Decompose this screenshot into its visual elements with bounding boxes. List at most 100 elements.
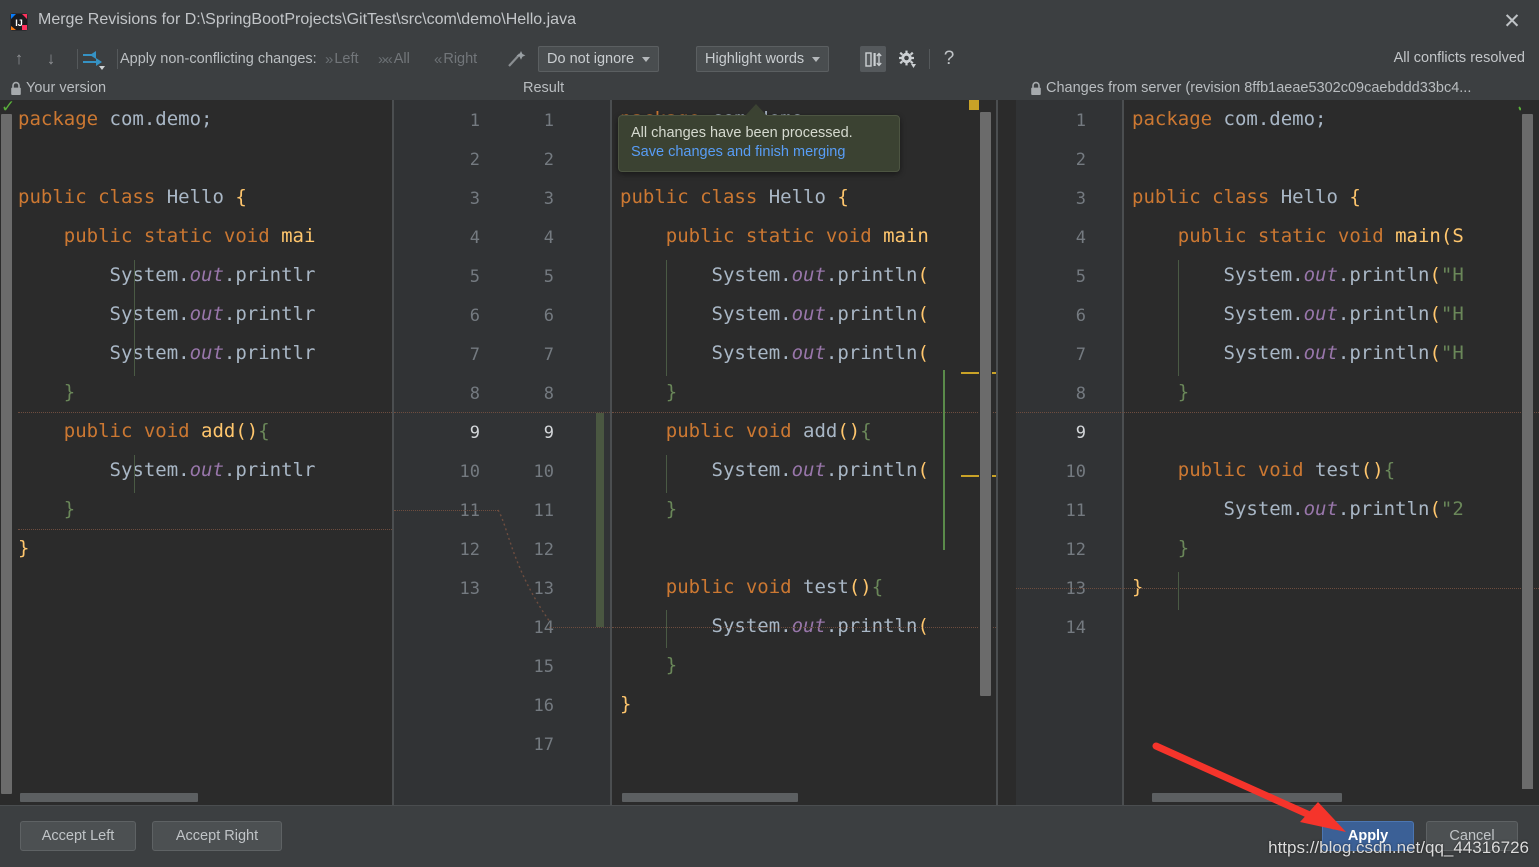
- indent-guide-center-3: [666, 610, 667, 648]
- center-pane-hscroll-thumb[interactable]: [622, 793, 798, 802]
- pane-header-center: Result: [523, 76, 564, 100]
- editor-pane-right[interactable]: 1 2 3 4 5 6 7 8 9 10 11 12 13 14 package com.demo; pub…: [1016, 100, 1539, 805]
- editor-pane-left[interactable]: ✓ package com.demo; public class Hello { …: [0, 100, 392, 805]
- accept-right-button[interactable]: Accept Right: [152, 821, 282, 851]
- line-number: 7: [543, 345, 554, 365]
- line-number: 11: [1065, 501, 1086, 521]
- code-line: }: [620, 498, 677, 520]
- tooltip-save-link[interactable]: Save changes and finish merging: [631, 144, 887, 160]
- apply-left-button[interactable]: » Left: [325, 51, 359, 68]
- center-inline-change-marker-1: [943, 370, 945, 550]
- line-number: 4: [543, 228, 554, 248]
- line-number: 5: [1075, 267, 1086, 287]
- code-token: Hello: [768, 186, 838, 208]
- line-number: 1: [469, 111, 480, 131]
- center-text-separator-1: [612, 412, 996, 413]
- code-line: public void add(){: [18, 420, 270, 442]
- gear-icon[interactable]: [894, 46, 920, 72]
- indent-guide-right-2: [1178, 572, 1179, 610]
- line-number: 4: [1075, 228, 1086, 248]
- left-pane-status-check-icon: ✓: [1, 100, 16, 116]
- left-pane-horizontal-scrollbar[interactable]: [14, 789, 392, 805]
- tooltip-message: All changes have been processed.: [631, 125, 853, 141]
- title-bar: IJ Merge Revisions for D:\SpringBootProj…: [0, 0, 1539, 42]
- left-pane-scroll-thumb[interactable]: [1, 114, 12, 794]
- line-number: 5: [543, 267, 554, 287]
- code-token: out: [189, 303, 224, 325]
- line-number: 9: [1075, 423, 1086, 443]
- center-pane-scroll-thumb[interactable]: [980, 112, 991, 696]
- code-token: main: [1395, 225, 1441, 247]
- left-pane-vertical-scrollbar[interactable]: [0, 100, 13, 805]
- line-number: 13: [1065, 579, 1086, 599]
- indent-guide-right-1: [1178, 260, 1179, 376]
- line-number: 10: [1065, 462, 1086, 482]
- apply-left-label: Left: [334, 51, 359, 67]
- right-gutter-divider: [1122, 100, 1124, 805]
- help-icon[interactable]: ?: [936, 46, 962, 72]
- center-pane-horizontal-scrollbar[interactable]: [612, 789, 996, 805]
- center-change-connector-2: [549, 627, 610, 628]
- line-number: 15: [533, 657, 554, 677]
- ignore-policy-select[interactable]: Do not ignore: [538, 46, 660, 72]
- svg-text:IJ: IJ: [15, 18, 23, 28]
- left-pane-hscroll-thumb[interactable]: [20, 793, 198, 802]
- accept-left-button[interactable]: Accept Left: [20, 821, 136, 851]
- code-token: out: [189, 459, 224, 481]
- pane-header-left: Your version: [10, 76, 106, 100]
- chevron-left-icon: «: [434, 50, 442, 68]
- code-line: System.out.printlr: [18, 342, 316, 364]
- previous-difference-button[interactable]: ↑: [8, 48, 30, 70]
- line-number: 3: [469, 189, 480, 209]
- center-pane-vertical-scrollbar[interactable]: [979, 100, 992, 805]
- line-number: 1: [1075, 111, 1086, 131]
- code-token: .printlr: [223, 303, 316, 325]
- right-pane-hscroll-thumb[interactable]: [1152, 793, 1342, 802]
- code-line: package com.demo;: [18, 108, 212, 130]
- code-token: out: [1303, 342, 1338, 364]
- code-token: (: [917, 264, 929, 286]
- code-line: }: [1132, 381, 1189, 403]
- line-number: 3: [1075, 189, 1086, 209]
- code-token: .println: [825, 303, 918, 325]
- chevron-right-icon: »: [325, 50, 333, 68]
- code-token: {: [258, 420, 270, 442]
- indent-guide-center-2: [666, 455, 667, 493]
- code-token: "H: [1440, 264, 1464, 286]
- code-token: "2: [1440, 498, 1464, 520]
- code-line: public void test(){: [620, 576, 883, 598]
- code-token: public class: [620, 186, 769, 208]
- code-token: Hello: [1280, 186, 1350, 208]
- magic-resolve-icon[interactable]: [505, 48, 527, 70]
- line-number: 6: [469, 306, 480, 326]
- code-token: package: [18, 108, 110, 130]
- editor-pane-center[interactable]: 1 2 3 4 5 6 7 8 9 10 11 12 13 1 2 3 4 5 6 7 8 9 10 11 12 13 14 15 1…: [394, 100, 996, 805]
- highlight-policy-select[interactable]: Highlight words: [696, 46, 830, 72]
- code-token: (: [917, 459, 929, 481]
- code-token: .println: [1337, 498, 1430, 520]
- toggle-columns-icon[interactable]: [860, 46, 886, 72]
- line-number: 7: [469, 345, 480, 365]
- right-pane-vertical-scrollbar[interactable]: [1521, 100, 1534, 805]
- next-difference-button[interactable]: ↓: [40, 48, 62, 70]
- close-icon[interactable]: ✕: [1501, 11, 1523, 34]
- line-number: 2: [543, 150, 554, 170]
- code-line: public void test(){: [1132, 459, 1395, 481]
- code-token: {: [837, 186, 849, 208]
- conflicts-status: All conflicts resolved: [1393, 50, 1525, 66]
- change-separator-left-1: [18, 412, 392, 413]
- apply-all-button[interactable]: »« All: [378, 51, 410, 68]
- code-token: "H: [1440, 342, 1464, 364]
- indent-guide-left-2: [134, 455, 135, 493]
- line-number: 14: [1065, 618, 1086, 638]
- line-number: 8: [543, 384, 554, 404]
- line-number: 12: [1065, 540, 1086, 560]
- apply-right-button[interactable]: « Right: [434, 51, 477, 68]
- code-line: System.out.println("2: [1132, 498, 1464, 520]
- code-token: out: [791, 459, 826, 481]
- code-token: com.demo;: [1223, 108, 1327, 130]
- right-pane-scroll-thumb[interactable]: [1522, 114, 1533, 794]
- right-pane-horizontal-scrollbar[interactable]: [1136, 789, 1539, 805]
- code-token: out: [791, 303, 826, 325]
- apply-non-conflicting-icon[interactable]: [80, 47, 108, 71]
